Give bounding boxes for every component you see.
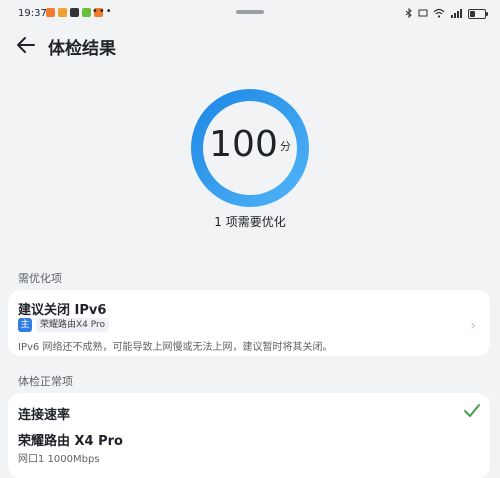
score-value: 100	[209, 124, 278, 165]
score-unit: 分	[279, 140, 291, 153]
status-right-icons	[405, 8, 462, 18]
check-icon	[464, 404, 480, 417]
page-title: 体检结果	[48, 39, 116, 59]
network-type-icon	[418, 9, 428, 17]
router-name: 荣耀路由 X4 Pro	[18, 434, 123, 449]
optimize-item-description: IPv6 网络还不成熟，可能导致上网慢或无法上网，建议暂时将其关闭。	[18, 342, 333, 353]
normal-section-label: 体检正常项	[18, 375, 73, 388]
normal-item-card: 连接速率 荣耀路由 X4 Pro 网口1 1000Mbps	[8, 393, 490, 478]
bluetooth-icon	[405, 8, 412, 18]
wifi-icon	[433, 8, 445, 18]
back-arrow-icon[interactable]	[14, 32, 40, 58]
optimize-item-title: 建议关闭 IPv6	[18, 303, 107, 318]
optimize-section-label: 需优化项	[18, 272, 62, 285]
score-ring: 100 分	[190, 88, 310, 208]
battery-icon	[468, 9, 488, 19]
optimize-item-card[interactable]: 建议关闭 IPv6 主 荣耀路由X4 Pro IPv6 网络还不成熟，可能导致上…	[8, 290, 490, 356]
app-notification-icon	[46, 8, 55, 17]
device-tag-row: 主 荣耀路由X4 Pro	[18, 318, 110, 332]
more-notifications-icon: •••	[92, 6, 113, 17]
battery-level	[470, 11, 475, 17]
shield-notification-icon	[70, 8, 79, 17]
router-port-speed: 网口1 1000Mbps	[18, 454, 100, 465]
device-tag: 荣耀路由X4 Pro	[36, 318, 110, 332]
signal-icon	[451, 9, 462, 18]
chevron-right-icon: ›	[470, 318, 476, 334]
app-notification-icon	[58, 8, 67, 17]
app-notification-icon	[82, 8, 91, 17]
main-router-tag: 主	[18, 318, 32, 332]
normal-item-title: 连接速率	[18, 408, 71, 423]
status-time: 19:37	[18, 8, 47, 19]
header: 体检结果	[0, 28, 500, 62]
score-subtitle: 1 项需要优化	[214, 215, 286, 229]
score-display: 100 分	[190, 124, 310, 165]
drag-handle[interactable]	[236, 10, 264, 14]
status-bar: 19:37 •••	[0, 0, 500, 26]
